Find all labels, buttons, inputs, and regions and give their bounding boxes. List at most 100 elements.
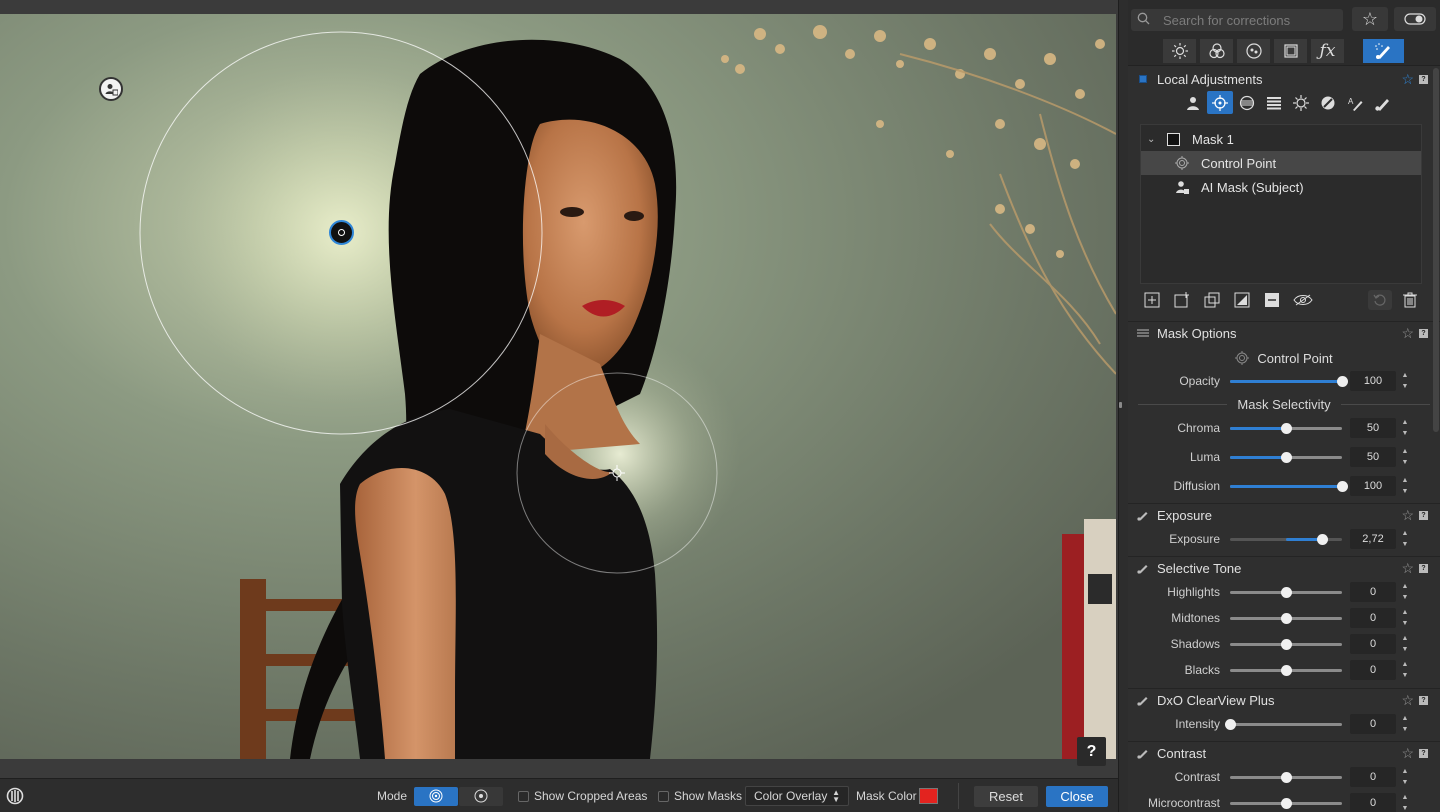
splitter-grip-icon[interactable] [1119, 402, 1122, 408]
mask-visibility-checkbox[interactable] [1167, 132, 1180, 146]
help-icon[interactable]: ? [1419, 328, 1428, 338]
show-masks-checkbox[interactable] [658, 790, 669, 802]
stepper-arrows-icon[interactable]: ▲ ▼ [1400, 582, 1410, 602]
toggle-visibility-button[interactable] [1290, 290, 1316, 310]
reset-mask-button[interactable] [1368, 290, 1392, 310]
slider-knob[interactable] [1281, 613, 1292, 624]
mode-control-point-button[interactable] [414, 786, 458, 806]
slider-knob[interactable] [1281, 772, 1292, 783]
help-icon[interactable]: ? [1419, 748, 1428, 758]
slider-knob[interactable] [1281, 423, 1292, 434]
local-adjustments-checkbox-icon[interactable] [1135, 75, 1151, 83]
midtones-value-field[interactable]: 0 [1350, 608, 1396, 628]
mask-options-header[interactable]: Mask Options ☆ ? [1128, 322, 1440, 344]
favorite-star-icon[interactable]: ☆ [1401, 507, 1414, 524]
help-icon[interactable]: ? [1419, 695, 1428, 705]
local-adjustments-header[interactable]: Local Adjustments ☆ ? [1128, 68, 1440, 90]
luma-value-field[interactable]: 50 [1350, 447, 1396, 467]
slider-knob[interactable] [1225, 719, 1236, 730]
mask-item-ai-mask[interactable]: AI Mask (Subject) [1141, 175, 1421, 199]
microcontrast-value-field[interactable]: 0 [1350, 793, 1396, 812]
stepper-arrows-icon[interactable]: ▲ ▼ [1400, 529, 1410, 549]
help-icon[interactable]: ? [1419, 510, 1428, 520]
auto-mask-tool[interactable] [1288, 91, 1314, 114]
duplicate-mask-button[interactable] [1202, 290, 1222, 310]
favorite-star-icon[interactable]: ☆ [1401, 560, 1414, 577]
show-cropped-checkbox[interactable] [518, 790, 529, 802]
slider-knob[interactable] [1337, 481, 1348, 492]
contrast-header[interactable]: Contrast ☆ ? [1128, 742, 1440, 764]
selective-tone-header[interactable]: Selective Tone ☆ ? [1128, 557, 1440, 579]
shadows-value-field[interactable]: 0 [1350, 634, 1396, 654]
show-cropped-toggle[interactable]: Show Cropped Areas [518, 779, 647, 812]
opacity-value-field[interactable]: 100 [1350, 371, 1396, 391]
exposure-slider[interactable] [1230, 534, 1342, 545]
stepper-arrows-icon[interactable]: ▲ ▼ [1400, 634, 1410, 654]
panel-toggle-button[interactable] [1394, 7, 1436, 31]
intensity-value-field[interactable]: 0 [1350, 714, 1396, 734]
stepper-arrows-icon[interactable]: ▲ ▼ [1400, 767, 1410, 787]
control-line-tool[interactable] [1234, 91, 1260, 114]
image-viewer[interactable]: ? [0, 0, 1118, 778]
stepper-arrows-icon[interactable]: ▲ ▼ [1400, 608, 1410, 628]
mask-group-row[interactable]: ⌄ Mask 1 [1141, 127, 1421, 151]
slider-knob[interactable] [1316, 534, 1328, 545]
stepper-arrows-icon[interactable]: ▲ ▼ [1400, 714, 1410, 734]
highlights-slider[interactable] [1230, 587, 1342, 598]
slider-knob[interactable] [1281, 665, 1292, 676]
clearview-header[interactable]: DxO ClearView Plus ☆ ? [1128, 689, 1440, 711]
favorite-star-icon[interactable]: ☆ [1401, 745, 1414, 762]
help-button[interactable]: ? [1077, 737, 1106, 766]
control-point-handle[interactable] [329, 220, 354, 245]
show-masks-toggle[interactable]: Show Masks [658, 779, 742, 812]
help-icon[interactable]: ? [1419, 563, 1428, 573]
contrast-value-field[interactable]: 0 [1350, 767, 1396, 787]
slider-knob[interactable] [1281, 452, 1292, 463]
invert-mask-button[interactable] [1232, 290, 1252, 310]
tab-detail[interactable] [1237, 39, 1271, 63]
chevron-down-icon[interactable]: ⌄ [1147, 134, 1163, 145]
search-input[interactable]: Search for corrections [1131, 9, 1343, 31]
diffusion-value-field[interactable]: 100 [1350, 476, 1396, 496]
tab-light[interactable] [1163, 39, 1197, 63]
tab-effects[interactable]: ƒx [1311, 39, 1345, 63]
midtones-slider[interactable] [1230, 613, 1342, 624]
graduated-filter-tool[interactable] [1261, 91, 1287, 114]
stepper-arrows-icon[interactable]: ▲ ▼ [1400, 447, 1410, 467]
exposure-header[interactable]: Exposure ☆ ? [1128, 504, 1440, 526]
diffusion-slider[interactable] [1230, 481, 1348, 492]
eraser-tool[interactable] [1315, 91, 1341, 114]
favorite-star-icon[interactable]: ☆ [1401, 692, 1414, 709]
chroma-slider[interactable] [1230, 423, 1342, 434]
luma-slider[interactable] [1230, 452, 1342, 463]
help-icon[interactable]: ? [1419, 74, 1428, 84]
close-button[interactable]: Close [1046, 785, 1108, 807]
add-submask-button[interactable] [1172, 290, 1192, 310]
shadows-slider[interactable] [1230, 639, 1342, 650]
blacks-value-field[interactable]: 0 [1350, 660, 1396, 680]
stepper-arrows-icon[interactable]: ▲ ▼ [1400, 476, 1410, 496]
stepper-arrows-icon[interactable]: ▲ ▼ [1400, 660, 1410, 680]
exposure-value-field[interactable]: 2,72 [1350, 529, 1396, 549]
favorite-star-icon[interactable]: ☆ [1401, 71, 1414, 88]
brush-tool[interactable] [1369, 91, 1395, 114]
chroma-value-field[interactable]: 50 [1350, 418, 1396, 438]
intensity-slider[interactable] [1225, 719, 1342, 730]
microcontrast-slider[interactable] [1230, 798, 1342, 809]
stepper-arrows-icon[interactable]: ▲ ▼ [1400, 793, 1410, 812]
tab-color[interactable] [1200, 39, 1234, 63]
ai-mask-tool[interactable] [1180, 91, 1206, 114]
slider-knob[interactable] [1281, 639, 1292, 650]
slider-knob[interactable] [1337, 376, 1348, 387]
ai-mask-badge-icon[interactable] [99, 77, 123, 101]
opacity-slider[interactable] [1230, 376, 1348, 387]
favorites-star-button[interactable]: ☆ [1352, 7, 1388, 31]
highlights-value-field[interactable]: 0 [1350, 582, 1396, 602]
subtract-mask-button[interactable] [1262, 290, 1282, 310]
mask-item-control-point[interactable]: Control Point [1141, 151, 1421, 175]
stepper-arrows-icon[interactable]: ▲ ▼ [1400, 418, 1410, 438]
overlay-dropdown[interactable]: Color Overlay ▲ ▼ [745, 786, 849, 806]
mode-ai-mask-button[interactable] [459, 786, 503, 806]
delete-mask-button[interactable] [1400, 290, 1420, 310]
slider-knob[interactable] [1281, 587, 1292, 598]
